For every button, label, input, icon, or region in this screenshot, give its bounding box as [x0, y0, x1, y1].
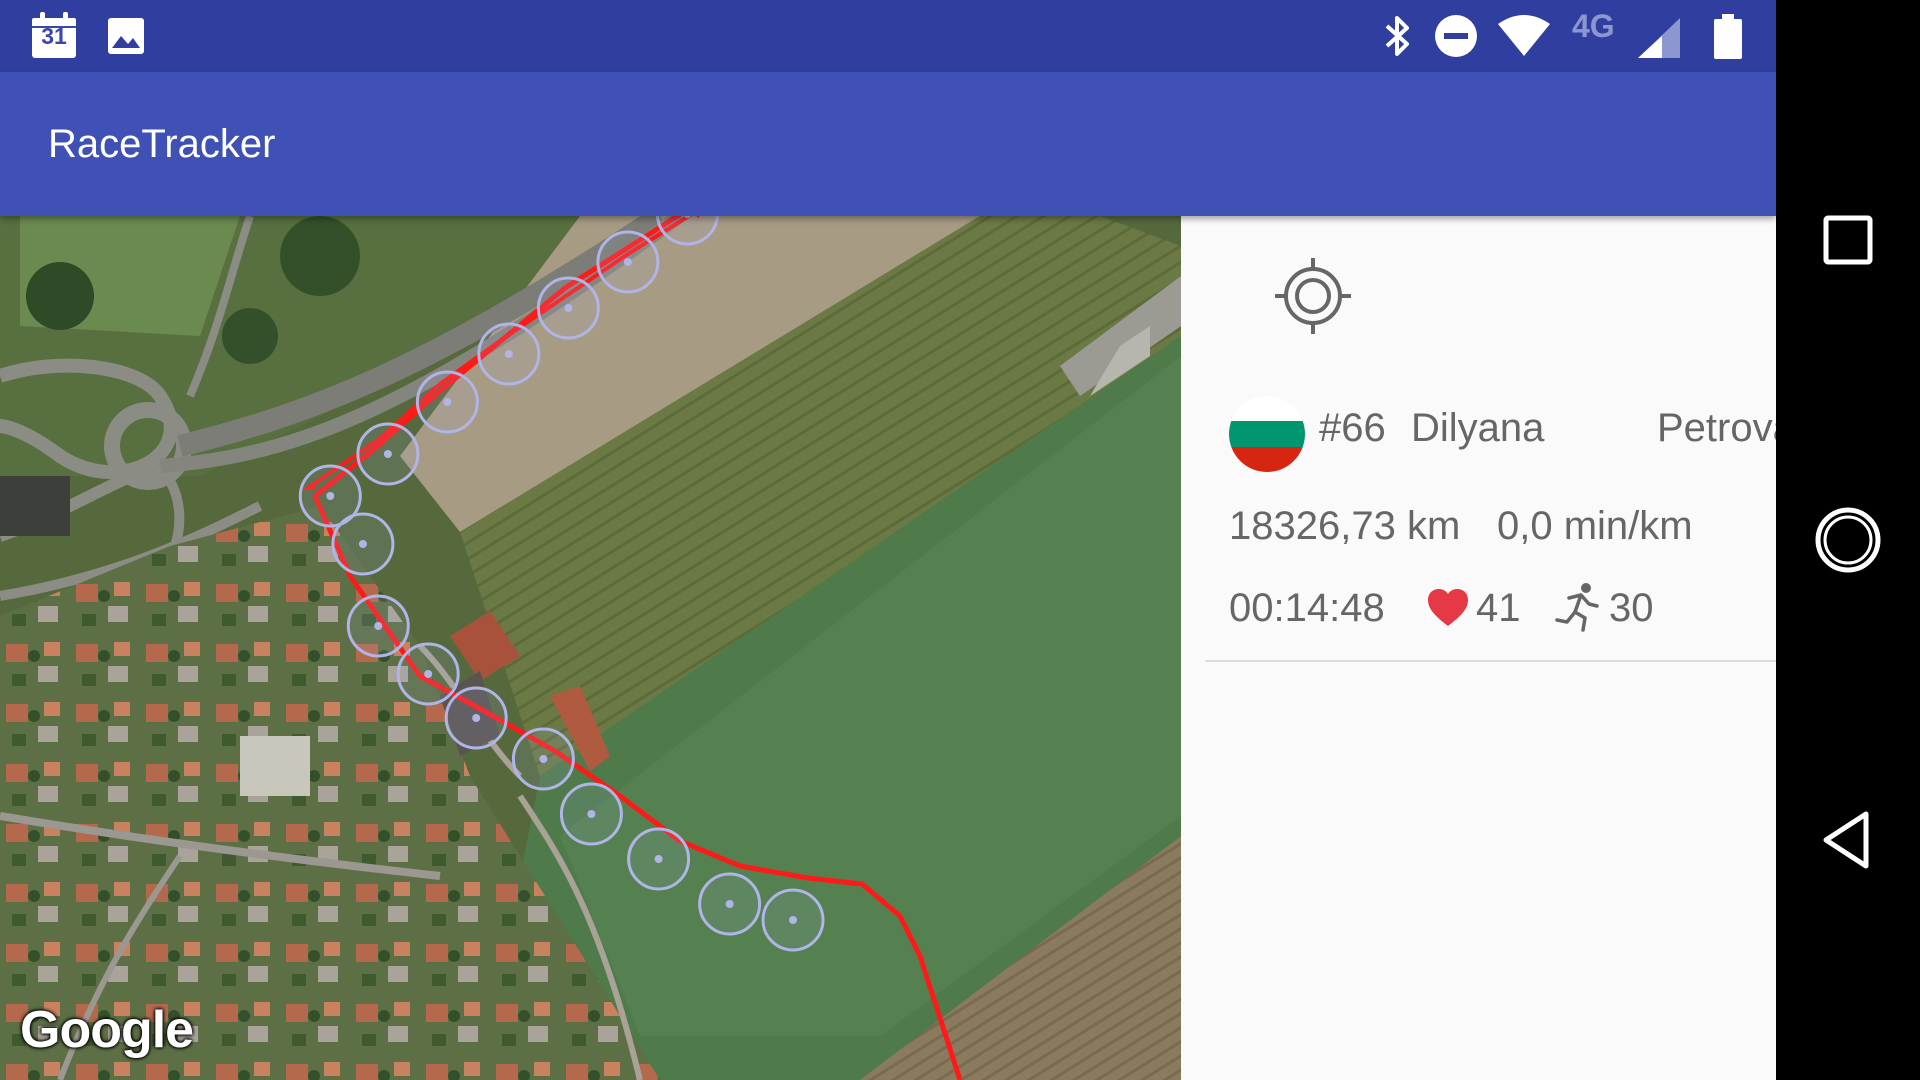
map-imagery — [0, 216, 1181, 1080]
running-icon — [1555, 582, 1601, 632]
divider — [1205, 660, 1776, 662]
checkpoint-dot — [424, 670, 433, 678]
network-type-label: 4G — [1572, 8, 1615, 44]
back-button[interactable] — [1808, 800, 1888, 880]
recents-icon — [1823, 215, 1873, 265]
app-title: RaceTracker — [48, 122, 276, 166]
flag-stripe-white — [1229, 396, 1305, 422]
distance-value: 18326,73 km — [1229, 504, 1461, 548]
checkpoint-dot — [539, 755, 548, 763]
image-icon — [106, 16, 146, 56]
checkpoint-dot — [504, 350, 513, 358]
checkpoint-dot — [587, 810, 596, 818]
checkpoint-dot — [358, 540, 367, 548]
heart-icon — [1427, 588, 1469, 628]
crosshair-icon — [1275, 258, 1351, 334]
runner-panel: #66 Dilyana Petrova 18326,73 km 0,0 min/… — [1181, 216, 1776, 1080]
checkpoint-dot — [725, 900, 734, 908]
elapsed-time: 00:14:48 — [1229, 586, 1385, 630]
checkpoint-dot — [326, 492, 335, 500]
runner-last-name: Petrova — [1657, 406, 1776, 450]
runner-first-name: Dilyana — [1411, 406, 1545, 450]
checkpoint-dot — [789, 916, 797, 924]
map-attribution-logo: Google — [20, 1001, 194, 1059]
checkpoint-dot — [654, 855, 663, 863]
checkpoint-dot — [472, 714, 481, 722]
checkpoint-dot — [564, 304, 573, 312]
checkpoint-dot — [374, 622, 383, 630]
back-icon — [1823, 811, 1869, 869]
cell-signal-icon — [1636, 16, 1682, 60]
calendar-day: 31 — [41, 23, 67, 49]
checkpoint-dot — [383, 450, 392, 458]
checkpoint-dot — [623, 258, 632, 266]
bulgaria-flag-icon — [1229, 396, 1305, 472]
home-button[interactable] — [1808, 500, 1888, 580]
pace-value: 0,0 min/km — [1497, 504, 1693, 548]
checkpoint-dot — [443, 398, 452, 406]
home-icon — [1815, 507, 1881, 573]
heart-rate-value: 41 — [1476, 586, 1521, 630]
recents-button[interactable] — [1808, 200, 1888, 280]
status-bar: 31 4G — [0, 0, 1776, 72]
app-screen: 31 4G RaceTracker Google #66 Dilyana Pet… — [0, 0, 1776, 1080]
bluetooth-icon — [1378, 14, 1418, 58]
runner-number: #66 — [1319, 406, 1386, 450]
battery-icon — [1712, 12, 1744, 60]
runner-row[interactable]: #66 Dilyana Petrova — [1229, 396, 1776, 476]
my-location-button[interactable] — [1273, 256, 1353, 336]
calendar-icon: 31 — [30, 12, 78, 60]
satellite-map[interactable]: Google — [0, 216, 1181, 1080]
app-bar: RaceTracker — [0, 72, 1776, 216]
wifi-icon — [1496, 12, 1552, 58]
navigation-bar — [1776, 0, 1920, 1080]
flag-stripe-green — [1229, 421, 1305, 447]
flag-stripe-red — [1229, 446, 1305, 472]
cadence-value: 30 — [1609, 586, 1654, 630]
do-not-disturb-icon — [1434, 14, 1478, 58]
